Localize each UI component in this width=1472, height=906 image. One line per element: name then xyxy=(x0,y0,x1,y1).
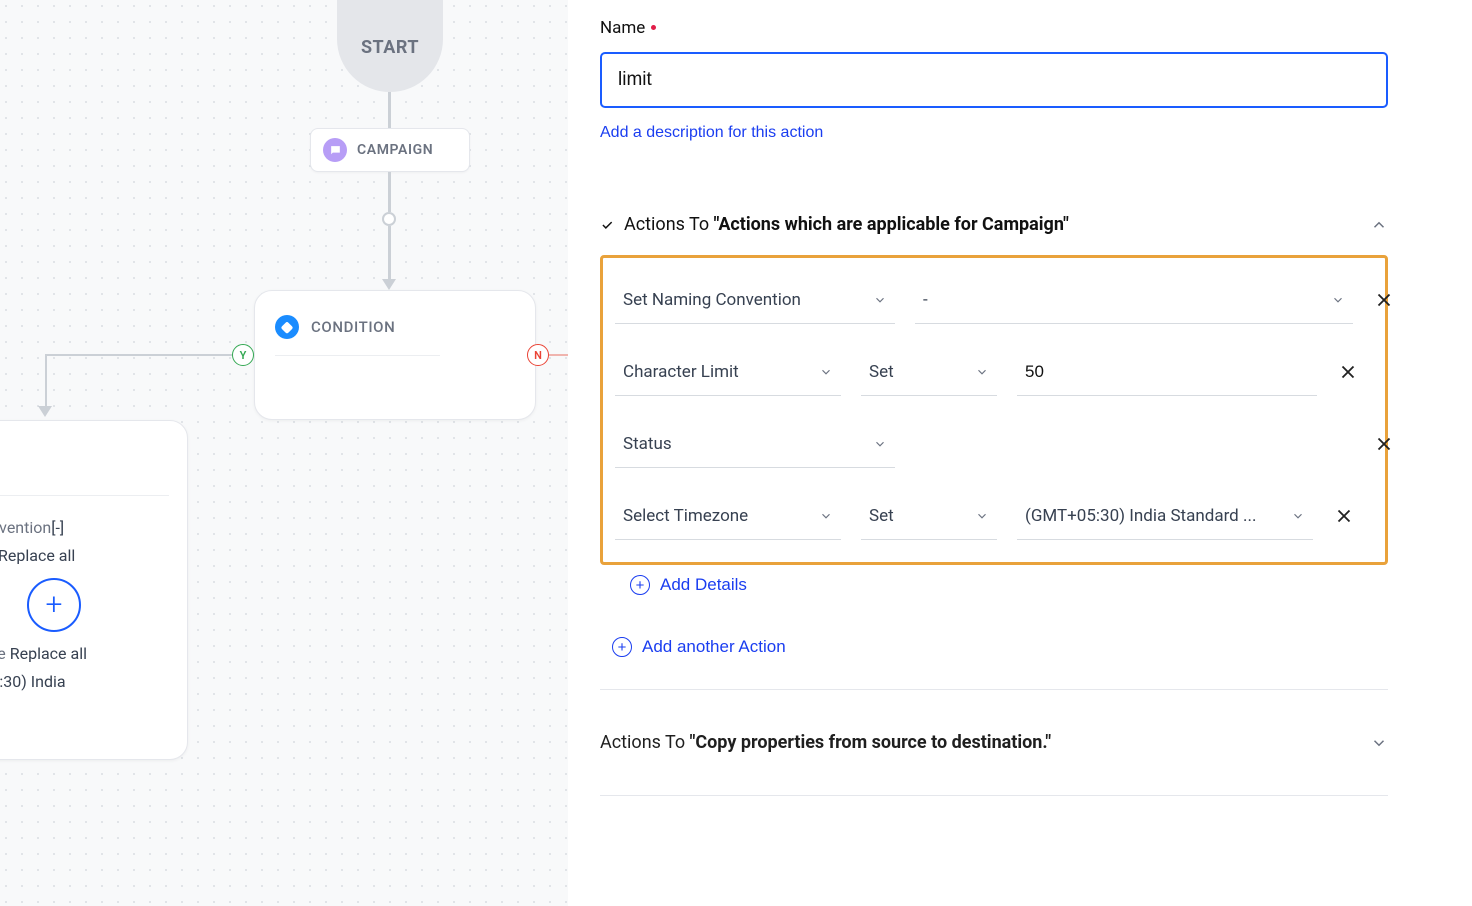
field-select[interactable]: Character Limit xyxy=(615,348,841,396)
chevron-down-icon xyxy=(1370,734,1388,752)
actions-section-header[interactable]: Actions To "Actions which are applicable… xyxy=(600,214,1388,235)
action-row-timezone: Select Timezone Set (GMT+05:30) India St… xyxy=(615,492,1373,540)
operator-select[interactable]: Set xyxy=(861,492,997,540)
circle-plus-icon: + xyxy=(612,637,632,657)
value-input[interactable] xyxy=(1017,348,1317,396)
edge xyxy=(388,226,391,286)
action-node-suffix: ON xyxy=(0,443,169,461)
action-row-status: Status xyxy=(615,420,1373,468)
chevron-down-icon xyxy=(819,365,833,379)
remove-row-button[interactable] xyxy=(1333,505,1355,527)
remove-row-button[interactable] xyxy=(1337,361,1359,383)
campaign-icon xyxy=(323,138,347,162)
actions-editor: Set Naming Convention - Character Limit … xyxy=(600,255,1388,565)
edge-dot xyxy=(382,212,396,226)
chevron-down-icon xyxy=(819,509,833,523)
edge xyxy=(549,354,568,356)
name-label: Name xyxy=(600,18,1440,38)
edge xyxy=(45,354,47,412)
check-icon xyxy=(600,218,614,232)
field-select[interactable]: Set Naming Convention xyxy=(615,276,895,324)
remove-row-button[interactable] xyxy=(1373,289,1395,311)
copy-properties-section-header[interactable]: Actions To "Copy properties from source … xyxy=(600,732,1388,753)
add-another-action-button[interactable]: + Add another Action xyxy=(612,637,786,657)
arrowhead-icon xyxy=(382,279,396,290)
divider xyxy=(600,795,1388,796)
campaign-node[interactable]: CAMPAIGN xyxy=(310,128,470,172)
section-title: Actions To "Copy properties from source … xyxy=(600,732,1051,753)
edge xyxy=(388,172,391,212)
chevron-down-icon xyxy=(1291,509,1305,523)
add-details-button[interactable]: + Add Details xyxy=(630,575,747,595)
no-port[interactable]: N xyxy=(527,344,549,366)
field-select[interactable]: Select Timezone xyxy=(615,492,841,540)
edge xyxy=(388,92,391,128)
divider xyxy=(0,495,169,496)
condition-label: CONDITION xyxy=(311,318,395,336)
start-label: START xyxy=(361,37,419,58)
diamond-icon xyxy=(270,310,304,344)
add-branch-button[interactable]: + xyxy=(27,578,81,632)
action-row-charlimit: Character Limit Set xyxy=(615,348,1373,396)
chevron-down-icon xyxy=(1331,293,1345,307)
name-input[interactable] xyxy=(600,52,1388,108)
field-select[interactable]: Status xyxy=(615,420,895,468)
remove-row-button[interactable] xyxy=(1373,433,1395,455)
start-node[interactable]: START xyxy=(337,0,443,92)
chevron-down-icon xyxy=(873,293,887,307)
circle-plus-icon: + xyxy=(630,575,650,595)
workflow-canvas[interactable]: START CAMPAIGN CONDITION Y N ON ng Conve… xyxy=(0,0,568,906)
yes-port[interactable]: Y xyxy=(232,344,254,366)
condition-node[interactable]: CONDITION xyxy=(254,290,536,420)
config-panel: Name Add a description for this action A… xyxy=(568,0,1472,906)
timezone-select[interactable]: (GMT+05:30) India Standard ... xyxy=(1017,492,1313,540)
edge xyxy=(45,354,232,356)
chevron-down-icon xyxy=(975,509,989,523)
required-dot-icon xyxy=(651,25,656,30)
add-description-link[interactable]: Add a description for this action xyxy=(600,124,823,142)
chevron-up-icon xyxy=(1370,216,1388,234)
value-select[interactable]: - xyxy=(915,276,1353,324)
divider xyxy=(600,689,1388,690)
arrowhead-icon xyxy=(38,406,52,417)
chevron-down-icon xyxy=(873,437,887,451)
chevron-down-icon xyxy=(975,365,989,379)
operator-select[interactable]: Set xyxy=(861,348,997,396)
action-node[interactable]: ON ng Convention[-] r Limit Replace all … xyxy=(0,420,188,760)
campaign-label: CAMPAIGN xyxy=(357,142,433,158)
divider xyxy=(275,355,440,356)
section-title: Actions To "Actions which are applicable… xyxy=(624,214,1069,235)
action-row-naming: Set Naming Convention - xyxy=(615,276,1373,324)
